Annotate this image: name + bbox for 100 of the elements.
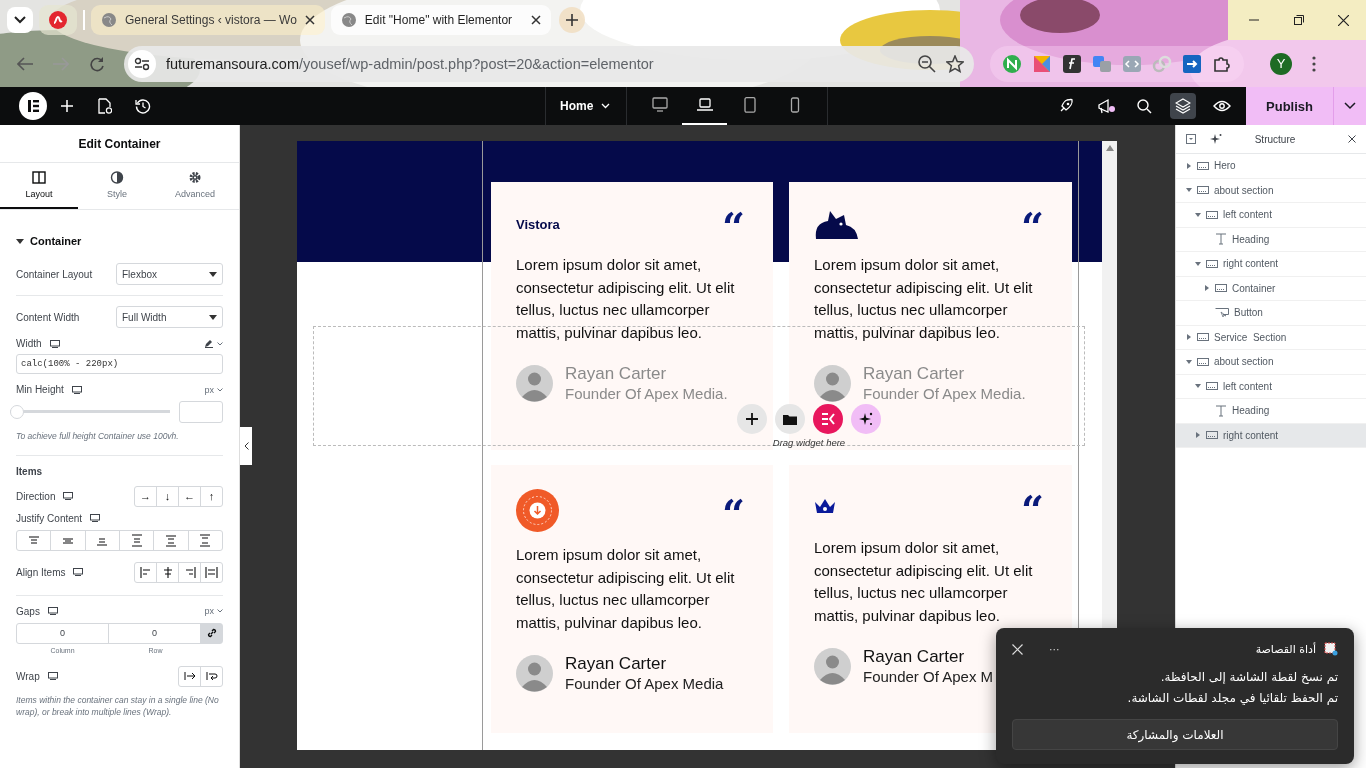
more-button[interactable]: ··· [1049,642,1060,656]
width-input[interactable]: calc(100% - 220px) [16,354,223,374]
publish-button[interactable]: Publish [1246,87,1333,125]
author-name: Rayan Carter [863,647,966,668]
reload-icon [89,55,105,72]
section-toggle[interactable]: Container [0,210,239,263]
plus-icon [565,14,578,26]
chevron-down-icon [14,16,26,24]
content-width-select[interactable]: Full Width [116,306,223,328]
container-icon [1206,382,1218,391]
quote-mark: “ [1021,212,1044,236]
direction-option[interactable]: ↑ [200,486,222,506]
tree-item[interactable]: Heading [1176,399,1366,424]
close-icon[interactable] [1348,135,1356,143]
tree-item[interactable]: about section [1176,178,1366,203]
align-icon [205,565,218,579]
avatar-icon [814,647,851,685]
site-info-button[interactable] [128,49,156,78]
author-role: Founder Of Apex Media. [565,385,728,403]
zoom-out-icon[interactable] [918,54,936,73]
container-icon [1197,357,1209,366]
history-icon [135,98,151,114]
control-label: Gaps [16,605,40,617]
tab-search-button[interactable] [7,7,33,33]
tree-item[interactable]: Button [1176,301,1366,326]
star-icon[interactable] [946,54,964,73]
publish-options-button[interactable] [1333,87,1366,125]
tree-item[interactable]: Container [1176,276,1366,301]
template-library-button[interactable] [775,404,805,434]
align-icon [139,565,152,579]
globe-icon [340,12,357,28]
chevron-down-icon [217,341,223,346]
author-role: Founder Of Apex Media [565,675,724,693]
tree-item[interactable]: left content [1176,374,1366,399]
author-name: Rayan Carter [565,654,668,675]
url-text: futuremansoura.com/yousef/wp-admin/post.php?post=20&action=elementor [166,55,655,72]
close-button[interactable] [1012,643,1023,655]
slider-thumb[interactable] [10,405,24,419]
chevron-down-icon [217,387,223,392]
avatar-icon [814,364,851,402]
markup-share-button[interactable]: العلامات والمشاركة [1012,719,1338,750]
direction-option[interactable]: → [135,486,156,506]
layout-select[interactable]: Flexbox [116,263,223,285]
hint-text: To achieve full height Container use 100vh. [15,430,180,443]
pen-icon [204,339,214,348]
gear-icon [188,171,202,184]
container-icon [1197,161,1209,170]
contrast-icon [110,171,124,184]
brand-logo: Vistora [516,216,560,232]
crown-icon [814,498,836,516]
panel-tab[interactable]: Advanced [156,163,234,209]
panel-tab[interactable]: Style [78,163,156,209]
restore-icon [1293,15,1304,25]
tree-item[interactable]: left content [1176,203,1366,228]
panel-title: Edit Container [0,125,239,163]
caret-down-icon [16,238,24,244]
tree-item[interactable]: Hero [1176,154,1366,179]
align-icon [161,565,174,579]
address-bar[interactable]: futuremansoura.com/yousef/wp-admin/post.php?post=20&action=elementor [124,45,974,82]
heading-icon [1215,404,1227,417]
collapse-all-icon[interactable] [1186,134,1196,144]
pinned-tab[interactable] [39,5,77,35]
menu-button[interactable] [1312,55,1316,72]
control-label: Direction [16,490,56,502]
tree-item[interactable]: Heading [1176,227,1366,252]
sparkle-icon[interactable] [1210,133,1222,145]
unit-selector[interactable]: px [204,606,223,617]
browser-tab[interactable]: Edit "Home" with Elementor [330,5,551,35]
elementor-menu-button[interactable] [18,91,48,121]
unit-selector[interactable]: px [204,384,223,395]
control-label: Wrap [16,670,40,682]
tree-item[interactable]: about section [1176,350,1366,375]
snipping-tool-icon [1324,642,1338,656]
n-extension-icon[interactable] [1002,53,1022,74]
column-gap-input[interactable]: 0 [17,623,109,643]
direction-option[interactable]: ↓ [156,486,178,506]
unit-selector[interactable] [204,339,223,348]
testimonial-text: Lorem ipsum dolor sit amet, consectetur adipiscing elit. Ut elit tellus, luctus nec ullamcorper mattis, pulvinar dapibus leo. [814,538,1034,626]
chevron-down-icon [601,103,611,109]
browser-tab[interactable]: General Settings ‹ vistora — Wo [91,5,325,35]
no-wrap-icon [183,671,196,682]
notification-text: تم الحفظ تلقائيا في مجلد لقطات الشاشة. [1126,690,1338,707]
control-label: Min Height [16,384,64,395]
tree-item[interactable]: Service Section [1176,325,1366,350]
tree-item[interactable]: right content [1176,252,1366,277]
globe-icon [101,12,117,28]
plus-icon [746,413,758,425]
back-arrow-icon [17,56,33,71]
author-role: Founder Of Apex M [863,668,994,686]
sparkle-icon [859,412,873,426]
tree-item[interactable]: right content [1176,423,1366,448]
cat-icon [814,209,858,239]
tablet-icon [741,97,758,113]
min-height-input[interactable] [179,401,223,423]
scroll-up-icon [1105,145,1114,151]
panel-tab[interactable]: Layout [0,163,78,209]
close-icon [1338,14,1349,26]
direction-option[interactable]: ← [178,486,200,506]
link-button[interactable] [201,623,222,643]
structure-button[interactable] [1170,93,1196,119]
